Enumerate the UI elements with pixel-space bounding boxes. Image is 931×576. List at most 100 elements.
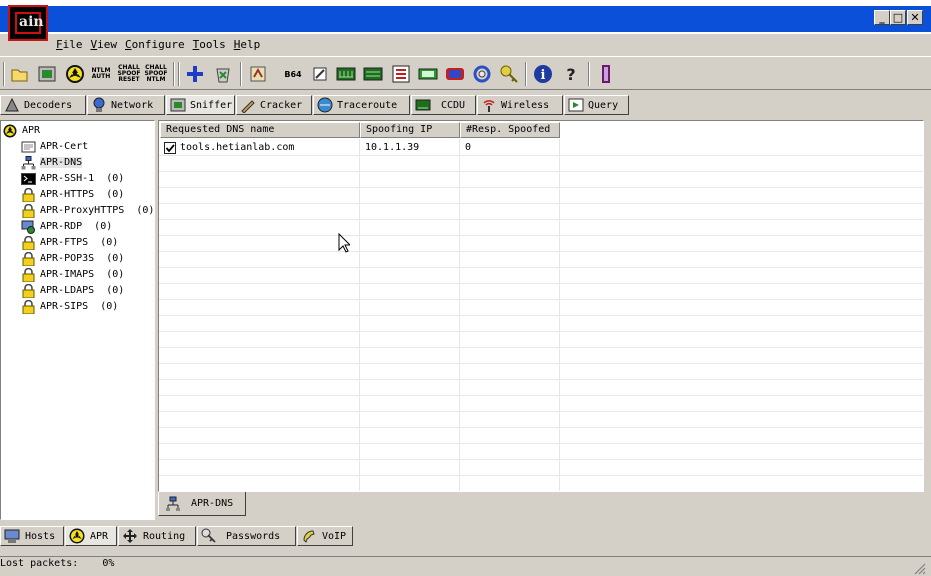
pwd-tool-icon[interactable] <box>309 63 331 85</box>
network-icon <box>91 97 107 113</box>
open-folder-icon[interactable] <box>9 63 31 85</box>
decoders-icon <box>4 97 20 113</box>
tree-item[interactable]: APR-IMAPS (0) <box>21 267 124 282</box>
tree-item[interactable]: APR-LDAPS (0) <box>21 283 124 298</box>
app-logo-text: ain <box>19 14 44 30</box>
menu-tools[interactable]: Tools <box>189 36 230 54</box>
voip-icon <box>301 528 317 544</box>
menu-bar: File View Configure Tools Help <box>52 36 264 54</box>
app-logo[interactable]: ain <box>8 5 48 41</box>
lock-icon <box>21 283 36 298</box>
tree-item[interactable]: APR-FTPS (0) <box>21 235 118 250</box>
chall-spoof-ntlm-icon[interactable]: CHALL SPOOF NTLM <box>144 63 168 85</box>
tree-item[interactable]: APR-Cert <box>21 139 88 154</box>
dns-icon <box>21 155 36 170</box>
tree-item[interactable]: APR-RDP (0) <box>21 219 112 234</box>
dns-spoof-table: Requested DNS name Spoofing IP #Resp. Sp… <box>158 120 924 492</box>
hash-calc-icon[interactable] <box>390 63 412 85</box>
tab-sniffer[interactable]: Sniffer <box>166 95 235 115</box>
cisco-icon[interactable] <box>417 63 439 85</box>
maximize-button[interactable]: □ <box>890 10 906 25</box>
menu-help[interactable]: Help <box>230 36 265 54</box>
toolbar: NTLM AUTH CHALL SPOOF RESET CHALL SPOOF … <box>0 56 931 90</box>
resize-grip-icon[interactable] <box>912 561 926 575</box>
minimize-button[interactable]: _ <box>874 10 890 25</box>
apr-tree: APR APR-Cert APR-DNS APR-SSH-1 (0) APR-HTTP… <box>0 120 155 520</box>
tree-item[interactable]: APR-POP3S (0) <box>21 251 124 266</box>
ntlm-auth-icon[interactable]: NTLM AUTH <box>90 63 112 85</box>
remote-desktop-icon <box>21 220 36 234</box>
subtab-apr-dns[interactable]: APR-DNS <box>158 492 246 516</box>
exit-icon[interactable] <box>595 63 617 85</box>
tab-query[interactable]: Query <box>564 95 629 115</box>
tab-traceroute[interactable]: Traceroute <box>313 95 410 115</box>
tree-item-label: APR-POP3S (0) <box>40 253 125 264</box>
svg-text:i: i <box>541 68 546 83</box>
traceroute-icon <box>317 97 333 113</box>
apr-icon <box>3 124 18 138</box>
tree-item-label: APR-DNS <box>40 157 83 168</box>
column-header-resp-spoofed[interactable]: #Resp. Spoofed <box>460 122 560 138</box>
ring-icon[interactable] <box>471 63 493 85</box>
start-apr-icon[interactable] <box>64 63 86 85</box>
start-sniffer-icon[interactable] <box>36 63 58 85</box>
tab-apr[interactable]: APR <box>65 526 117 546</box>
svg-text:?: ? <box>566 65 575 84</box>
tree-item-label: APR-SIPS (0) <box>40 301 119 312</box>
column-header-dns-name[interactable]: Requested DNS name <box>160 122 360 138</box>
tab-voip[interactable]: VoIP <box>297 526 353 546</box>
help-icon[interactable]: ? <box>560 63 582 85</box>
tree-item-label: APR-FTPS (0) <box>40 237 119 248</box>
sniffer-icon <box>170 97 186 113</box>
info-icon[interactable]: i <box>532 63 554 85</box>
tab-ccdu[interactable]: CCDU <box>411 95 476 115</box>
menu-view[interactable]: View <box>87 36 122 54</box>
tab-cracker[interactable]: Cracker <box>236 95 312 115</box>
tree-root-apr[interactable]: APR <box>3 123 40 138</box>
tree-item[interactable]: APR-HTTPS (0) <box>21 187 124 202</box>
key-icon[interactable] <box>498 63 520 85</box>
tree-item-label: APR-IMAPS (0) <box>40 269 125 280</box>
routing-icon <box>122 528 138 544</box>
hosts-icon <box>4 528 20 544</box>
tab-passwords[interactable]: Passwords <box>197 526 296 546</box>
tree-item-label: APR-ProxyHTTPS (0) <box>40 205 155 216</box>
wireless-icon <box>481 97 497 113</box>
status-lost-packets: Lost packets: 0% <box>0 558 115 569</box>
passwords-icon <box>201 528 217 544</box>
tab-network[interactable]: Network <box>87 95 165 115</box>
lock-icon <box>21 251 36 266</box>
lock-icon <box>21 203 36 218</box>
tree-item-label: APR-HTTPS (0) <box>40 189 125 200</box>
ccdu-icon <box>415 97 431 113</box>
tab-decoders[interactable]: Decoders <box>0 95 86 115</box>
cell-dns-name: tools.hetianlab.com <box>180 142 295 153</box>
menu-configure[interactable]: Configure <box>121 36 189 54</box>
apr-icon <box>69 528 85 544</box>
box-icon[interactable] <box>444 63 466 85</box>
base64-icon[interactable]: B64 <box>282 63 304 85</box>
lsa-icon[interactable] <box>335 63 357 85</box>
tree-item[interactable]: APR-ProxyHTTPS (0) <box>21 203 154 218</box>
tree-item[interactable]: APR-SSH-1 (0) <box>21 171 124 186</box>
dns-icon <box>165 496 181 512</box>
chall-spoof-reset-icon[interactable]: CHALL SPOOF RESET <box>117 63 141 85</box>
tab-hosts[interactable]: Hosts <box>0 526 64 546</box>
row-checkbox[interactable] <box>164 142 176 154</box>
add-icon[interactable] <box>184 63 206 85</box>
tree-item[interactable]: APR-SIPS (0) <box>21 299 118 314</box>
certificate-icon <box>21 140 36 154</box>
tab-routing[interactable]: Routing <box>118 526 196 546</box>
vnc-icon[interactable] <box>362 63 384 85</box>
close-button[interactable]: ✕ <box>907 10 923 25</box>
column-header-spoofing-ip[interactable]: Spoofing IP <box>360 122 460 138</box>
cracker-icon <box>240 97 256 114</box>
tree-item[interactable]: APR-DNS <box>21 155 83 170</box>
lock-icon <box>21 235 36 250</box>
menu-file[interactable]: File <box>52 36 87 54</box>
title-bar <box>0 0 931 34</box>
decode-icon[interactable] <box>247 63 269 85</box>
tree-item-label: APR-LDAPS (0) <box>40 285 125 296</box>
tab-wireless[interactable]: Wireless <box>477 95 563 115</box>
remove-icon[interactable] <box>212 63 234 85</box>
